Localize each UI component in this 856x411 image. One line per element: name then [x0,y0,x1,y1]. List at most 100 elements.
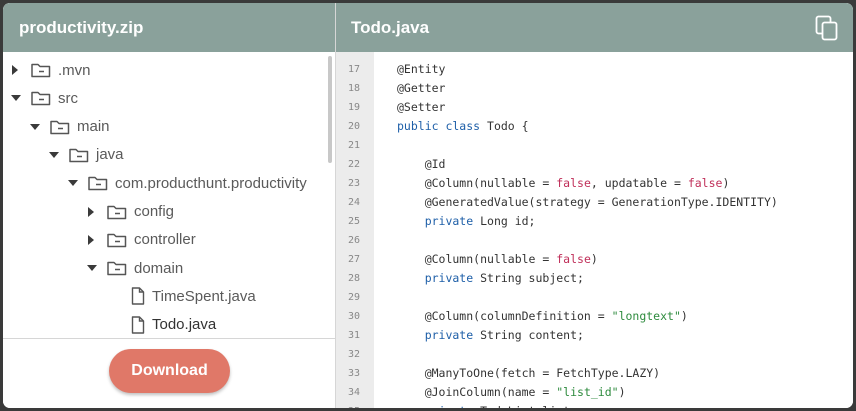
line-number: 28 [347,273,360,284]
code-token: false [687,176,723,190]
code-text: private String subject; [397,269,584,288]
code-line: 24 @GeneratedValue(strategy = Generation… [336,193,853,212]
code-line: 18 @Getter [336,79,853,98]
file-title-bar: Todo.java [336,3,853,52]
tree-item-label: domain [134,259,184,277]
caret-down-icon[interactable] [11,94,31,102]
caret-right-icon[interactable] [87,234,107,245]
line-number: 27 [347,254,360,265]
line-number: 29 [347,292,360,303]
line-number: 30 [347,311,360,322]
download-button[interactable]: Download [109,349,230,393]
folder-icon [107,260,127,276]
code-token: @Id [397,157,446,171]
code-token: "longtext" [611,309,681,323]
tree-file[interactable]: TimeSpent.java [106,282,256,310]
tree-item-label: controller [134,231,196,249]
caret-down-icon[interactable] [87,264,107,272]
code-text: public class Todo { [397,117,529,136]
code-line: 29 [336,288,853,307]
caret-down-icon[interactable] [49,151,69,159]
folder-icon [31,90,51,106]
download-footer: Download [3,338,335,408]
code-text: @Column(nullable = false, updatable = fa… [397,174,730,193]
code-line: 35 private TodoList list; [336,402,853,408]
app-window: productivity.zip .mvn src main java com.prod… [3,3,853,408]
code-line: 26 [336,231,853,250]
code-line: 21 [336,136,853,155]
code-line: 20 public class Todo { [336,117,853,136]
line-number: 26 [347,235,360,246]
code-token: false [556,252,591,266]
code-line: 19 @Setter [336,98,853,117]
caret-down-icon[interactable] [68,179,88,187]
line-number: 19 [347,102,360,113]
code-text: @GeneratedValue(strategy = GenerationTyp… [397,193,778,212]
code-token: private [397,404,473,408]
code-token: private [397,328,474,342]
code-token: ) [680,309,688,323]
tree-folder[interactable]: src [11,84,78,112]
archive-title-bar: productivity.zip [3,3,335,52]
code-token: @Column(columnDefinition = [397,309,612,323]
tree-scrollbar[interactable] [328,56,332,163]
code-token: Todo { [480,119,529,133]
copy-icon[interactable] [815,15,839,41]
code-token: @Column(nullable = [397,176,557,190]
caret-right-icon[interactable] [87,206,107,217]
code-token: @ManyToOne(fetch = FetchType.LAZY) [397,366,661,380]
tree-item-label: .mvn [58,61,91,79]
code-text: @Id [397,155,446,174]
line-number: 35 [336,402,360,408]
code-line: 23 @Column(nullable = false, updatable =… [336,174,853,193]
tree-folder[interactable]: java [49,141,124,169]
caret-right-icon[interactable] [11,65,31,75]
code-view: 17 @Entity 18 @Getter 19 @Setter 20 public clas… [336,52,853,408]
caret-down-icon[interactable] [30,123,50,131]
line-number: 25 [347,216,360,227]
code-line: 25 private Long id; [336,212,853,231]
line-number: 24 [347,197,360,208]
folder-icon [69,147,89,163]
code-line: 30 @Column(columnDefinition = "longtext"… [336,307,853,326]
line-number: 34 [347,387,360,398]
line-number: 17 [347,64,360,75]
tree-folder[interactable]: controller [87,226,196,254]
file-icon [131,315,145,334]
code-text: private TodoList list; [397,402,577,408]
code-token: Long id; [473,214,536,228]
tree-folder[interactable]: .mvn [11,56,91,84]
code-line: 33 @ManyToOne(fetch = FetchType.LAZY) [336,364,853,383]
code-line: 28 private String subject; [336,269,853,288]
line-number: 23 [347,178,360,189]
code-token: String subject; [473,271,584,285]
code-line: 31 private String content; [336,326,853,345]
code-token: String content; [473,328,584,342]
code-text: private Long id; [397,212,536,231]
folder-icon [50,119,70,135]
code-token: @Getter [397,81,446,95]
code-line: 27 @Column(nullable = false) [336,250,853,269]
code-token: ) [590,252,598,266]
folder-icon [88,175,108,191]
tree-folder[interactable]: domain [87,254,183,282]
line-number: 21 [347,140,360,151]
tree-folder[interactable]: com.producthunt.productivity [68,169,307,197]
code-text: @Column(columnDefinition = "longtext") [397,307,688,326]
tree-folder[interactable]: config [87,198,174,226]
folder-icon [31,62,51,78]
code-line: 34 @JoinColumn(name = "list_id") [336,383,853,402]
code-text: @JoinColumn(name = "list_id") [397,383,626,402]
line-number: 18 [347,83,360,94]
tree-file[interactable]: Todo.java [106,311,216,338]
code-token: @GeneratedValue(strategy = GenerationTyp… [397,195,778,209]
code-token: private [397,214,474,228]
tree-item-label: TimeSpent.java [152,287,256,305]
code-token: ) [618,385,626,399]
tree-folder[interactable]: main [30,113,110,141]
code-line: 32 [336,345,853,364]
archive-title: productivity.zip [19,17,144,37]
code-token: TodoList list; [473,404,577,408]
code-line: 22 @Id [336,155,853,174]
code-text: @Getter [397,79,445,98]
